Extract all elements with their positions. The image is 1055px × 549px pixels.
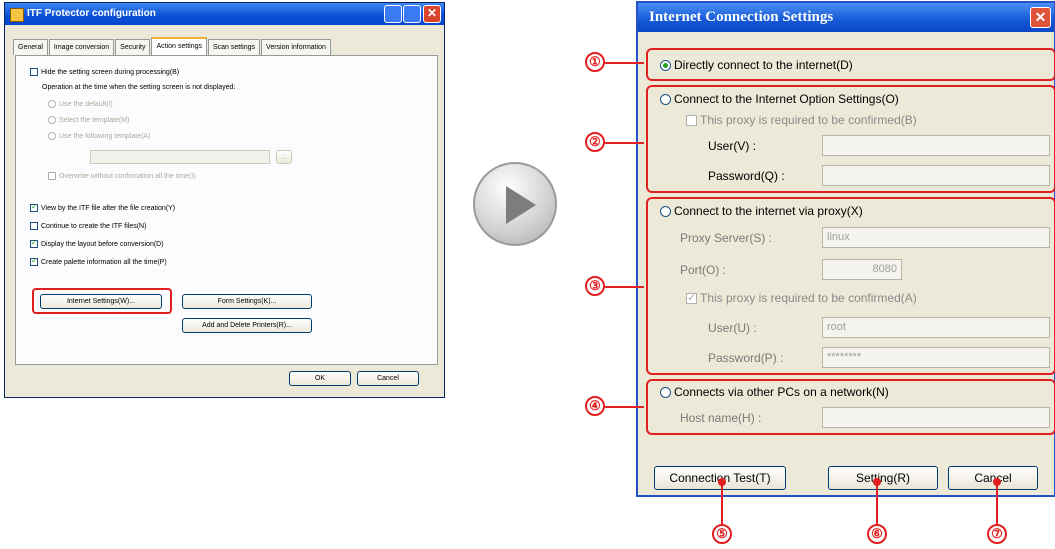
maximize-button[interactable] <box>403 5 421 23</box>
add-delete-printers-button[interactable]: Add and Delete Printers(R)... <box>182 318 312 333</box>
checkbox-box <box>30 68 38 76</box>
password-p-input[interactable]: ******** <box>822 347 1050 368</box>
proxy-confirm-b-checkbox[interactable]: This proxy is required to be confirmed(B… <box>686 113 917 127</box>
option-settings-section: Connect to the Internet Option Settings(… <box>646 85 1055 193</box>
callout-6: ⑥ <box>867 524 887 544</box>
tab-general[interactable]: General <box>13 39 48 55</box>
internet-connection-settings-window: Internet Connection Settings ✕ Directly … <box>636 1 1055 497</box>
host-name-label: Host name(H) : <box>680 411 762 425</box>
browse-button[interactable]: ... <box>276 150 292 164</box>
callout-1-line <box>605 62 644 64</box>
itf-protector-config-window: ITF Protector configuration ✕ General Im… <box>4 2 445 398</box>
tab-strip: General Image conversion Security Action… <box>13 37 332 56</box>
view-itf-checkbox[interactable]: View by the ITF file after the file crea… <box>30 202 175 212</box>
radio-other-pcs[interactable]: Connects via other PCs on a network(N) <box>660 385 889 399</box>
tab-scan-settings[interactable]: Scan settings <box>208 39 261 55</box>
proxy-server-input[interactable]: linux <box>822 227 1050 248</box>
close-icon[interactable]: ✕ <box>1030 7 1051 28</box>
display-layout-checkbox[interactable]: Display the layout before conversion(D) <box>30 238 164 248</box>
callout-1: ① <box>585 52 605 72</box>
user-v-input[interactable] <box>822 135 1050 156</box>
radio-use-following-template[interactable]: Use the following template(A) <box>48 132 150 140</box>
radio-via-proxy[interactable]: Connect to the internet via proxy(X) <box>660 204 863 218</box>
radio-select-template[interactable]: Select the template(M) <box>48 116 129 124</box>
ok-button[interactable]: OK <box>289 371 351 386</box>
callout-6-line <box>876 484 878 526</box>
action-settings-panel: Hide the setting screen during processin… <box>15 55 438 365</box>
callout-2-line <box>605 142 644 144</box>
tab-action-settings[interactable]: Action settings <box>151 37 207 56</box>
callout-7-line <box>996 484 998 526</box>
callout-4: ④ <box>585 396 605 416</box>
play-arrow-icon <box>473 162 557 246</box>
user-v-label: User(V) : <box>708 139 756 153</box>
user-u-input[interactable]: root <box>822 317 1050 338</box>
callout-5: ⑤ <box>712 524 732 544</box>
template-path-input[interactable] <box>90 150 270 164</box>
direct-connect-section: Directly connect to the internet(D) <box>646 48 1055 81</box>
form-settings-button[interactable]: Form Settings(K)... <box>182 294 312 309</box>
proxy-confirm-a-checkbox[interactable]: This proxy is required to be confirmed(A… <box>686 291 917 305</box>
continue-create-checkbox[interactable]: Continue to create the ITF files(N) <box>30 222 146 230</box>
proxy-section: Connect to the internet via proxy(X) Pro… <box>646 197 1055 375</box>
callout-4-line <box>605 406 644 408</box>
overwrite-checkbox[interactable]: Overwrite without confirmation all the t… <box>48 172 196 180</box>
password-q-label: Password(Q) : <box>708 169 785 183</box>
host-name-input[interactable] <box>822 407 1050 428</box>
left-window-title: ITF Protector configuration <box>27 8 156 19</box>
operation-label: Operation at the time when the setting s… <box>42 84 236 91</box>
right-window-title: Internet Connection Settings <box>649 9 834 25</box>
password-p-label: Password(P) : <box>708 351 784 365</box>
left-cancel-button[interactable]: Cancel <box>357 371 419 386</box>
callout-3: ③ <box>585 276 605 296</box>
password-q-input[interactable] <box>822 165 1050 186</box>
port-label: Port(O) : <box>680 263 727 277</box>
internet-settings-button[interactable]: Internet Settings(W)... <box>40 294 162 309</box>
tab-version-information[interactable]: Version information <box>261 39 331 55</box>
port-input[interactable]: 8080 <box>822 259 902 280</box>
right-title-bar: Internet Connection Settings ✕ <box>638 3 1054 32</box>
radio-use-default[interactable]: Use the default(I) <box>48 100 113 108</box>
close-button[interactable]: ✕ <box>423 5 441 23</box>
setting-button[interactable]: Setting(R) <box>828 466 938 490</box>
left-title-bar: ITF Protector configuration ✕ <box>5 3 444 25</box>
radio-internet-option-settings[interactable]: Connect to the Internet Option Settings(… <box>660 92 899 106</box>
hide-screen-checkbox[interactable]: Hide the setting screen during processin… <box>30 68 179 76</box>
user-u-label: User(U) : <box>708 321 757 335</box>
create-palette-checkbox[interactable]: Create palette information all the time(… <box>30 256 167 266</box>
callout-5-line <box>721 484 723 526</box>
radio-direct-connect[interactable]: Directly connect to the internet(D) <box>660 58 853 72</box>
callout-2: ② <box>585 132 605 152</box>
minimize-button[interactable] <box>384 5 402 23</box>
tab-security[interactable]: Security <box>115 39 151 55</box>
proxy-server-label: Proxy Server(S) : <box>680 231 773 245</box>
tab-image-conversion[interactable]: Image conversion <box>48 39 115 55</box>
callout-7: ⑦ <box>987 524 1007 544</box>
other-pcs-section: Connects via other PCs on a network(N) H… <box>646 379 1055 435</box>
callout-3-line <box>605 286 644 288</box>
cancel-button[interactable]: Cancel <box>948 466 1038 490</box>
app-icon <box>10 8 24 22</box>
